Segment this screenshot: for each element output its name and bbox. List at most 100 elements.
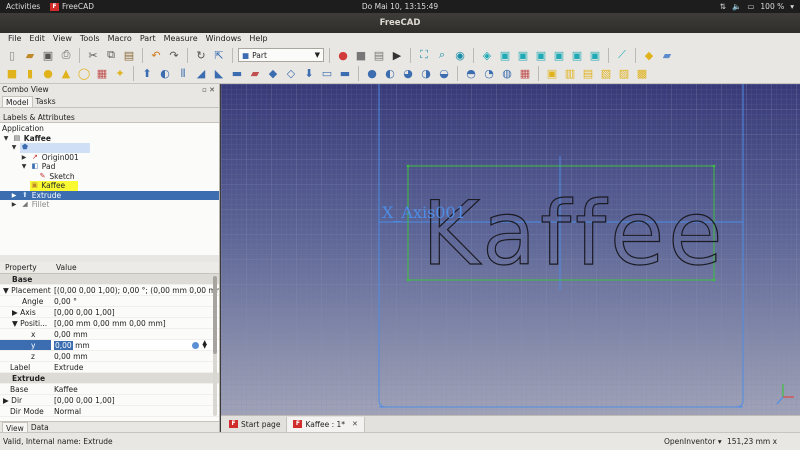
cylinder-icon[interactable]: ▮ — [22, 66, 38, 82]
panel-controls[interactable]: ▫ ✕ — [202, 84, 215, 96]
measure-clear-icon[interactable]: ▨ — [616, 66, 632, 82]
tree-item-origin[interactable]: ▶ ↗ Origin001 — [0, 153, 219, 163]
fuse-icon[interactable]: ◕ — [400, 66, 416, 82]
stop-macro-icon[interactable]: ■ — [353, 47, 369, 63]
save-icon[interactable]: ▣ — [40, 47, 56, 63]
workbench-selector[interactable]: ■ Part ▼ — [238, 48, 324, 62]
property-row-z[interactable]: z 0,00 mm — [0, 351, 219, 362]
system-tray[interactable]: ⇅ 🔈 ▭ 100 % ▾ — [720, 2, 794, 11]
undo-icon[interactable]: ↶ — [148, 47, 164, 63]
property-row-angle[interactable]: Angle 0,00 ° — [0, 296, 219, 307]
fit-selection-icon[interactable]: ⌕ — [434, 47, 450, 63]
clock[interactable]: Do Mai 10, 13:15:49 — [0, 2, 800, 11]
tab-view[interactable]: View — [2, 422, 28, 433]
body-item-editing[interactable]: ⬟ — [20, 143, 91, 153]
measure-angular-icon[interactable]: ▧ — [598, 66, 614, 82]
draw-style-icon[interactable]: ◉ — [452, 47, 468, 63]
color-per-face-icon[interactable]: ▥ — [562, 66, 578, 82]
property-row-placement[interactable]: ▼ Placement [(0,00 0,00 1,00); 0,00 °; (… — [0, 285, 219, 296]
mirror-icon[interactable]: ⫴ — [175, 66, 191, 82]
sweep-icon[interactable]: ◇ — [283, 66, 299, 82]
new-document-icon[interactable]: ▯ — [4, 47, 20, 63]
tree-item-extrude[interactable]: ▶ ⬆ Extrude — [0, 190, 219, 200]
macros-icon[interactable]: ▤ — [371, 47, 387, 63]
make-face-icon[interactable]: ▬ — [229, 66, 245, 82]
whats-this-icon[interactable]: ⇱ — [211, 47, 227, 63]
tree-item-shapestring[interactable]: ▣ Kaffee — [0, 181, 219, 191]
chamfer-icon[interactable]: ◣ — [211, 66, 227, 82]
property-group-extrude[interactable]: Extrude — [0, 373, 219, 384]
common-icon[interactable]: ◑ — [418, 66, 434, 82]
property-row-dir[interactable]: ▶ Dir [0,00 0,00 1,00] — [0, 395, 219, 406]
property-column-header[interactable]: Property — [0, 262, 51, 273]
execute-macro-icon[interactable]: ▶ — [389, 47, 405, 63]
property-value[interactable]: [(0,00 0,00 1,00); 0,00 °; (0,00 mm 0,00… — [51, 285, 219, 295]
property-row-position[interactable]: ▼ Positi... [0,00 mm 0,00 mm 0,00 mm] — [0, 318, 219, 329]
create-group-icon[interactable]: ▰ — [659, 47, 675, 63]
property-value[interactable]: Extrude — [51, 362, 219, 372]
property-group-base[interactable]: Base — [0, 274, 219, 285]
menu-part[interactable]: Part — [136, 33, 160, 44]
property-value[interactable]: 0,00 mm — [51, 351, 219, 361]
tab-kaffee-document[interactable]: F Kaffee : 1* ✕ — [287, 416, 365, 432]
panel-splitter[interactable] — [0, 255, 219, 262]
redo-icon[interactable]: ↷ — [166, 47, 182, 63]
check-geometry-icon[interactable]: ◍ — [499, 66, 515, 82]
kaffee-3d-text[interactable]: Kaffee — [421, 181, 726, 285]
create-part-icon[interactable]: ◆ — [641, 47, 657, 63]
menu-windows[interactable]: Windows — [202, 33, 246, 44]
boolean-icon[interactable]: ● — [364, 66, 380, 82]
3d-viewport[interactable]: Kaffee X_Axis001 — [221, 84, 800, 415]
loft-icon[interactable]: ◆ — [265, 66, 281, 82]
property-value[interactable]: Normal — [51, 406, 219, 416]
tree-item-document[interactable]: ▼ ▤ Kaffee — [0, 134, 219, 144]
tab-tasks[interactable]: Tasks — [33, 96, 59, 107]
ruled-surface-icon[interactable]: ▰ — [247, 66, 263, 82]
cone-icon[interactable]: ▲ — [58, 66, 74, 82]
fit-all-icon[interactable]: ⛶ — [416, 47, 432, 63]
navigation-style-selector[interactable]: OpenInventor ▾ — [664, 433, 722, 450]
cut-icon[interactable]: ✂ — [85, 47, 101, 63]
copy-icon[interactable]: ⧉ — [103, 47, 119, 63]
property-row-y[interactable]: y 0,00 mm ▲ ▼ — [0, 340, 219, 351]
section-icon[interactable]: ⬇ — [301, 66, 317, 82]
tree-item-pad[interactable]: ▼ ◧ Pad — [0, 162, 219, 172]
expand-icon[interactable]: ▶ — [20, 153, 28, 163]
view-front-icon[interactable]: ▣ — [497, 47, 513, 63]
sphere-icon[interactable]: ● — [40, 66, 56, 82]
open-document-icon[interactable]: ▰ — [22, 47, 38, 63]
split-icon[interactable]: ◒ — [436, 66, 452, 82]
collapse-icon[interactable]: ▼ — [10, 143, 18, 153]
primitives-icon[interactable]: ▦ — [94, 66, 110, 82]
extrude-icon[interactable]: ⬆ — [139, 66, 155, 82]
menu-macro[interactable]: Macro — [104, 33, 136, 44]
menu-measure[interactable]: Measure — [160, 33, 202, 44]
expression-icon[interactable] — [192, 342, 199, 349]
y-value-input[interactable]: 0,00 mm ▲ ▼ — [51, 340, 219, 350]
shape-builder-icon[interactable]: ✦ — [112, 66, 128, 82]
collapse-icon[interactable]: ▼ — [12, 319, 18, 328]
refresh-icon[interactable]: ↻ — [193, 47, 209, 63]
print-icon[interactable]: ⎙ — [58, 47, 74, 63]
view-isometric-icon[interactable]: ◈ — [479, 47, 495, 63]
measure-distance-icon[interactable]: ⟋ — [614, 47, 630, 63]
property-value[interactable]: [0,00 0,00 1,00] — [51, 395, 219, 405]
offset-icon[interactable]: ▬ — [337, 66, 353, 82]
property-value[interactable]: 0,00 mm — [51, 329, 219, 339]
tab-data[interactable]: Data — [28, 422, 52, 432]
expand-icon[interactable]: ▶ — [3, 396, 9, 405]
cross-sections-icon[interactable]: ▭ — [319, 66, 335, 82]
measure-toggle-icon[interactable]: ▩ — [634, 66, 650, 82]
menu-file[interactable]: File — [4, 33, 25, 44]
paste-icon[interactable]: ▤ — [121, 47, 137, 63]
measure-linear-icon[interactable]: ▤ — [580, 66, 596, 82]
value-column-header[interactable]: Value — [51, 262, 77, 273]
cut-shape-icon[interactable]: ◐ — [382, 66, 398, 82]
property-value[interactable]: Kaffee — [51, 384, 219, 394]
record-macro-icon[interactable]: ● — [335, 47, 351, 63]
tab-model[interactable]: Model — [2, 96, 33, 107]
view-rear-icon[interactable]: ▣ — [551, 47, 567, 63]
tab-start-page[interactable]: F Start page — [223, 416, 288, 432]
collapse-icon[interactable]: ▼ — [3, 286, 9, 295]
property-value[interactable]: [0,00 mm 0,00 mm 0,00 mm] — [51, 318, 219, 328]
